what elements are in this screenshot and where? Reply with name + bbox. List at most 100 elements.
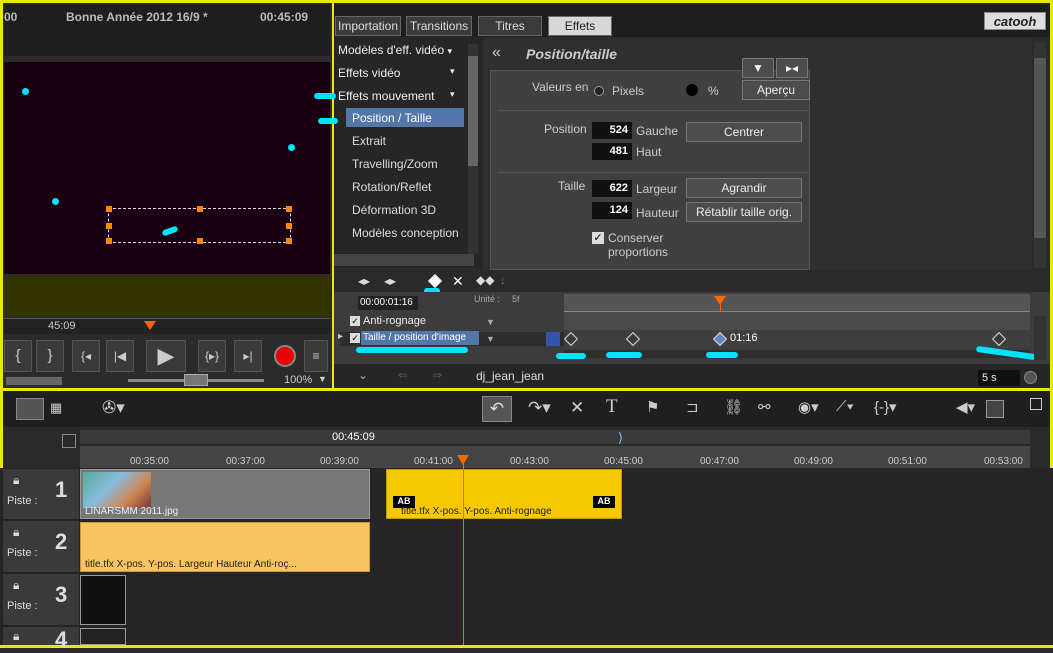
kf-time-display[interactable]: 00:00:01:16 (358, 296, 418, 310)
video-clip[interactable] (80, 628, 126, 645)
width-input[interactable]: 622 (592, 180, 632, 197)
resize-handle[interactable] (286, 206, 292, 212)
resize-handle[interactable] (106, 238, 112, 244)
resize-handle[interactable] (197, 206, 203, 212)
center-button[interactable]: Centrer (686, 122, 802, 142)
ruler-icon[interactable]: ⟋▾ (836, 398, 854, 415)
play-button[interactable]: ▶ (146, 340, 186, 372)
list-scrollbar[interactable] (468, 44, 478, 254)
collapse-icon[interactable]: « (492, 44, 501, 62)
volume-slider[interactable] (6, 377, 62, 385)
preview-button[interactable]: Aperçu (742, 80, 810, 100)
title-clip[interactable]: AB AB title.tfx X-pos. Y-pos. Anti-rogna… (386, 469, 622, 519)
lock-icon[interactable]: 🔒︎ (13, 473, 19, 488)
resize-handle[interactable] (106, 206, 112, 212)
tab-importation[interactable]: Importation (335, 16, 401, 36)
chevron-down-icon[interactable]: ▼ (486, 317, 495, 327)
delete-icon[interactable]: ✕ (570, 398, 584, 418)
track-header[interactable]: 🔒︎ Piste : 2 (3, 521, 79, 573)
kf-prev-icon[interactable]: ◂▸ (358, 274, 370, 288)
image-clip[interactable]: LINARSMM 2011.jpg (80, 469, 370, 519)
timeline-overview[interactable] (80, 430, 1030, 444)
maximize-icon[interactable] (1030, 398, 1042, 410)
panel-scrollbar[interactable] (1034, 42, 1046, 268)
tab-transitions[interactable]: Transitions (406, 16, 472, 36)
anti-crop-checkbox[interactable]: ✓ (350, 316, 360, 326)
chevron-down-icon[interactable]: ▼ (318, 374, 327, 384)
item-travelling-zoom[interactable]: Travelling/Zoom (352, 157, 438, 171)
expand-arrow-icon[interactable]: ▸ (338, 331, 343, 342)
selection-frame[interactable] (106, 206, 292, 244)
delete-keyframe-icon[interactable]: ✕ (452, 273, 464, 290)
duration-field[interactable]: 5 s (978, 370, 1020, 386)
enlarge-button[interactable]: Agrandir (686, 178, 802, 198)
timeline-options-icon[interactable] (62, 434, 76, 448)
storyboard-icon[interactable]: ▦ (50, 400, 62, 416)
range-marker[interactable]: ⟩ (618, 430, 623, 446)
prev-marker-button[interactable]: {◂ (72, 340, 100, 372)
prev-frame-button[interactable]: |◀ (106, 340, 134, 372)
radio-pixels[interactable] (594, 86, 604, 96)
redo-button[interactable]: ↷▾ (528, 398, 551, 418)
keep-proportions-checkbox[interactable]: ✓ (592, 232, 604, 244)
size-position-checkbox[interactable]: ✓ (350, 333, 360, 343)
menu-icon[interactable]: ≡ (304, 340, 328, 372)
title-icon[interactable]: T (606, 396, 618, 418)
double-chevron-down-icon[interactable]: ⌄ (358, 368, 368, 382)
resize-handle[interactable] (106, 223, 112, 229)
video-clip[interactable] (80, 575, 126, 625)
item-position-size[interactable]: Position / Taille (352, 111, 432, 125)
preset-name[interactable]: dj_jean_jean (476, 369, 544, 383)
item-design-templates[interactable]: Modèles conception (352, 226, 459, 240)
category-video-templates[interactable]: Modèles d'eff. vidéo ▾ (338, 43, 452, 57)
resize-handle[interactable] (197, 238, 203, 244)
track-header[interactable]: 🔒︎ 4 (3, 627, 79, 652)
unlink-icon[interactable]: ⚯ (758, 398, 771, 416)
item-extract[interactable]: Extrait (352, 134, 386, 148)
link-icon[interactable]: ⛓ (724, 398, 743, 416)
title-clip[interactable]: title.tfx X-pos. Y-pos. Largeur Hauteur … (80, 522, 370, 572)
track-header[interactable]: 🔒︎ Piste : 3 (3, 574, 79, 626)
item-3d-deformation[interactable]: Déformation 3D (352, 203, 436, 217)
resize-handle[interactable] (286, 238, 292, 244)
category-video-effects[interactable]: Effets vidéo ▾ (338, 66, 455, 80)
kf-copy-icon[interactable]: ◆◆ (476, 273, 494, 287)
video-preview[interactable] (4, 62, 330, 274)
tab-effets[interactable]: Effets (548, 16, 612, 36)
height-input[interactable]: 124 (592, 202, 632, 219)
pos-y-input[interactable]: 481 (592, 143, 632, 160)
track-header[interactable]: 🔒︎ Piste : 1 (3, 469, 79, 520)
resize-handle[interactable] (286, 223, 292, 229)
speaker-icon[interactable]: ◉▾ (798, 398, 819, 416)
reset-size-button[interactable]: Rétablir taille orig. (686, 202, 802, 222)
record-button[interactable] (274, 345, 296, 367)
lock-icon[interactable]: 🔒︎ (13, 525, 19, 540)
tab-titres[interactable]: Titres (478, 16, 542, 36)
playhead-marker[interactable] (144, 321, 156, 330)
kf-track-row[interactable] (564, 312, 1030, 330)
next-marker-button[interactable]: {▸} (198, 340, 226, 372)
mark-in-button[interactable]: { (4, 340, 32, 372)
zoom-slider-handle[interactable] (184, 374, 208, 386)
list-hscrollbar[interactable] (334, 254, 474, 266)
mark-out-button[interactable]: } (36, 340, 64, 372)
zoom-level[interactable]: 100% (284, 374, 312, 386)
marker-flag-icon[interactable]: ⚑ (646, 398, 659, 416)
clock-icon[interactable] (1024, 371, 1037, 384)
category-motion-effects[interactable]: Effets mouvement ▾ (338, 89, 455, 103)
kf-next-icon[interactable]: ◂▸ (384, 274, 396, 288)
mixer-icon[interactable] (986, 400, 1004, 418)
radio-percent[interactable] (686, 84, 698, 96)
next-frame-button[interactable]: ▸| (234, 340, 262, 372)
pos-x-input[interactable]: 524 (592, 122, 632, 139)
group-icon[interactable]: {-}▾ (874, 398, 897, 416)
curve-icon[interactable] (546, 332, 560, 346)
lock-icon[interactable]: 🔒︎ (13, 578, 19, 593)
expand-icon[interactable]: ▸◂ (776, 58, 808, 78)
item-rotation-reflection[interactable]: Rotation/Reflet (352, 180, 431, 194)
preview-scrubber[interactable]: 45:09 (4, 318, 330, 334)
loop-icon[interactable]: ⊐ (686, 398, 699, 416)
kf-vscrollbar[interactable] (1034, 316, 1046, 360)
timeline-mode-icon[interactable] (16, 398, 44, 420)
kf-ruler[interactable] (564, 294, 1030, 312)
